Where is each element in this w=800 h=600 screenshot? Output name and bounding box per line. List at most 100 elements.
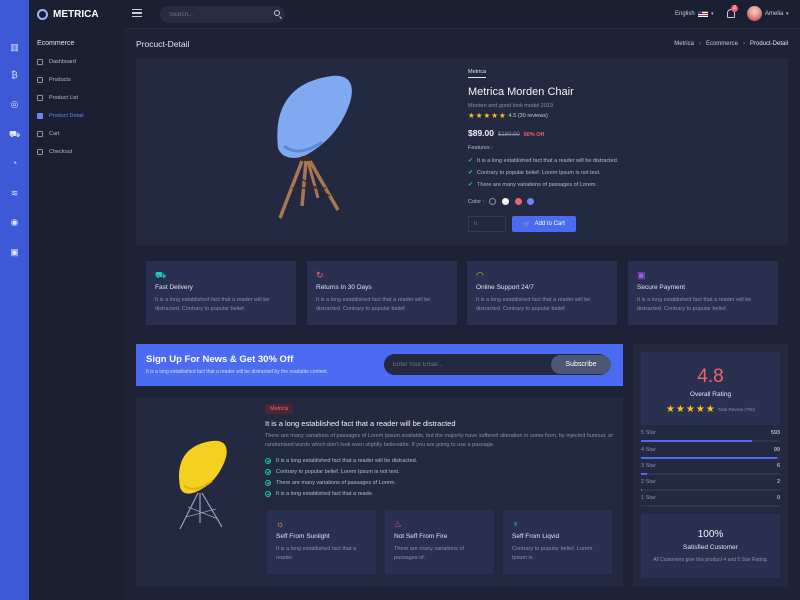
sidebar-item-product-detail[interactable]: Product Detail — [37, 111, 84, 121]
star-icon: ★ — [491, 111, 498, 120]
star-half-icon: ★ — [705, 404, 715, 415]
rating-bar-track — [641, 489, 780, 491]
check-circle-icon — [265, 491, 271, 497]
detail-feature-text: It is a long established fact that a rea… — [276, 491, 374, 497]
search-icon[interactable] — [274, 10, 280, 16]
color-label: Color : — [468, 199, 485, 205]
detail-title: It is a long established fact that a rea… — [265, 419, 456, 428]
sidebar-item-checkout[interactable]: Checkout — [37, 147, 72, 157]
sidebar-item-dashboard[interactable]: Dashboard — [37, 57, 76, 67]
truck-icon: ⛟ — [155, 270, 167, 280]
product-subtitle: Morden and good look model 2019 — [468, 103, 554, 109]
rating-row-label: 2 Star — [641, 479, 656, 485]
rating-bar-fill — [641, 473, 647, 475]
satisfied-customer-box: 100% Satisfied Customer All Customers gi… — [641, 514, 780, 578]
language-selector[interactable]: English — [675, 11, 695, 17]
star-icon: ★ — [695, 404, 705, 415]
rating-bar-track — [641, 457, 780, 459]
satisfied-text: All Customers give this product 4 and 5 … — [653, 557, 768, 563]
total-reviews: Total Review (700) — [717, 407, 756, 412]
chevron-down-icon[interactable]: ▾ — [786, 11, 789, 17]
add-to-cart-button[interactable]: 🛒 Add to Cart — [512, 216, 576, 232]
chart-pie-icon[interactable]: ◔ — [9, 158, 20, 169]
project-icon[interactable]: ◎ — [9, 99, 20, 110]
ecommerce-icon[interactable]: ⛟ — [9, 129, 20, 140]
sidebar-item-cart[interactable]: Cart — [37, 129, 59, 139]
info-card: ◠ Online Support 24/7 It is a long estab… — [467, 261, 617, 325]
rating-row-count: 0 — [776, 495, 780, 501]
newsletter-text: It is a long established fact that a rea… — [146, 369, 329, 375]
sidebar-item-product-list[interactable]: Product List — [37, 93, 78, 103]
info-card-title: Online Support 24/7 — [476, 284, 534, 291]
rating-row-count: 2 — [776, 479, 780, 485]
color-swatch-blue[interactable] — [527, 198, 534, 205]
rating-bar-fill — [641, 457, 778, 459]
headset-icon: ◠ — [476, 270, 484, 280]
product-rating: ★ ★ ★ ★ ★ 4.5 (30 reviews) — [468, 111, 548, 120]
us-flag-icon[interactable] — [698, 11, 708, 17]
user-name[interactable]: Amelia — [765, 11, 783, 17]
notification-badge: 2 — [731, 5, 738, 12]
lock-icon[interactable]: ▣ — [9, 247, 20, 258]
quantity-input[interactable] — [468, 216, 506, 232]
wallet-icon: ▣ — [637, 270, 646, 280]
product-detail-card: Metrica It is a long established fact th… — [136, 397, 623, 587]
cart-icon — [37, 131, 43, 137]
detail-feature: It is a long established fact that a rea… — [265, 458, 417, 464]
sidebar-item-label: Checkout — [49, 149, 73, 155]
star-icon: ★ — [483, 111, 491, 120]
info-card-text: It is a long established fact that a rea… — [316, 297, 431, 312]
color-swatch-red[interactable] — [515, 198, 522, 205]
color-swatch-white[interactable] — [502, 198, 509, 205]
detail-feature: Contrary to popular belief. Lorem Ipsum … — [265, 469, 400, 475]
price-block: $89.00 $180.00 50% Off — [468, 128, 544, 138]
check-circle-icon — [265, 458, 271, 464]
rating-row-count: 6 — [776, 463, 780, 469]
page-title: Procuct-Detail — [136, 39, 190, 49]
breadcrumb-item[interactable]: Metrica — [674, 41, 694, 47]
logo-icon — [20, 0, 50, 29]
chevron-right-icon: › — [742, 41, 745, 47]
app-logo[interactable]: METRICA — [29, 0, 124, 29]
analytics-icon[interactable]: ▥ — [9, 42, 20, 53]
add-to-cart-label: Add to Cart — [534, 221, 565, 227]
satisfied-title: Satisfied Customer — [683, 544, 738, 551]
check-icon: ✔ — [468, 170, 474, 176]
color-swatch-dark[interactable] — [489, 198, 496, 205]
yellow-chair-image — [179, 440, 227, 530]
top-bar: English ▾ 2 Amelia ▾ — [124, 0, 800, 29]
mini-card-title: Seff From Liqvid — [512, 533, 560, 540]
breadcrumb-current: Product-Detail — [749, 41, 788, 47]
menu-toggle-icon[interactable] — [132, 9, 142, 17]
chevron-down-icon[interactable]: ▾ — [711, 11, 714, 17]
grid-icon — [37, 77, 43, 83]
sidebar-item-label: Cart — [49, 131, 60, 137]
sidebar-item-label: Product List — [49, 95, 79, 101]
eye-icon[interactable]: ◉ — [9, 217, 20, 228]
return-icon: ↻ — [316, 270, 324, 280]
breadcrumb-item[interactable]: Ecommerce — [706, 41, 738, 47]
sidebar: Ecommerce Dashboard Products Product Lis… — [29, 29, 124, 600]
feature-item: ✔ Contrary to popular belief. Lorem Ipsum… — [468, 169, 601, 177]
sidebar-title: Ecommerce — [37, 40, 75, 47]
info-card-text: It is a long established fact that a rea… — [637, 297, 752, 312]
feature-item: ✔ It is a long established fact that a re… — [468, 157, 618, 165]
check-circle-icon — [265, 480, 271, 486]
check-circle-icon — [265, 469, 271, 475]
feature-text: Contrary to popular belief. Lorem Ipsum … — [477, 169, 601, 176]
sidebar-item-products[interactable]: Products — [37, 75, 71, 85]
info-card: ↻ Returns In 30 Days It is a long establ… — [307, 261, 457, 325]
search-input[interactable] — [160, 6, 285, 23]
price: $89.00 — [468, 128, 494, 138]
rating-bar-track — [641, 473, 780, 475]
layers-icon[interactable]: ≋ — [9, 188, 20, 199]
avatar[interactable] — [747, 6, 762, 21]
brand-tab[interactable]: Metrica — [468, 69, 487, 78]
crypto-icon[interactable]: ₿ — [9, 70, 20, 81]
subscribe-button[interactable]: Subscribe — [551, 355, 611, 374]
newsletter-title: Sign Up For News & Get 30% Off — [146, 354, 294, 365]
star-icon: ★ — [468, 111, 475, 120]
overall-rating-box: 4.8 Overall Rating ★ ★ ★ ★ ★ Total Review (7… — [641, 352, 780, 425]
detail-paragraph: There are many variations of passages of… — [265, 433, 614, 448]
star-icon: ★ — [675, 404, 685, 415]
